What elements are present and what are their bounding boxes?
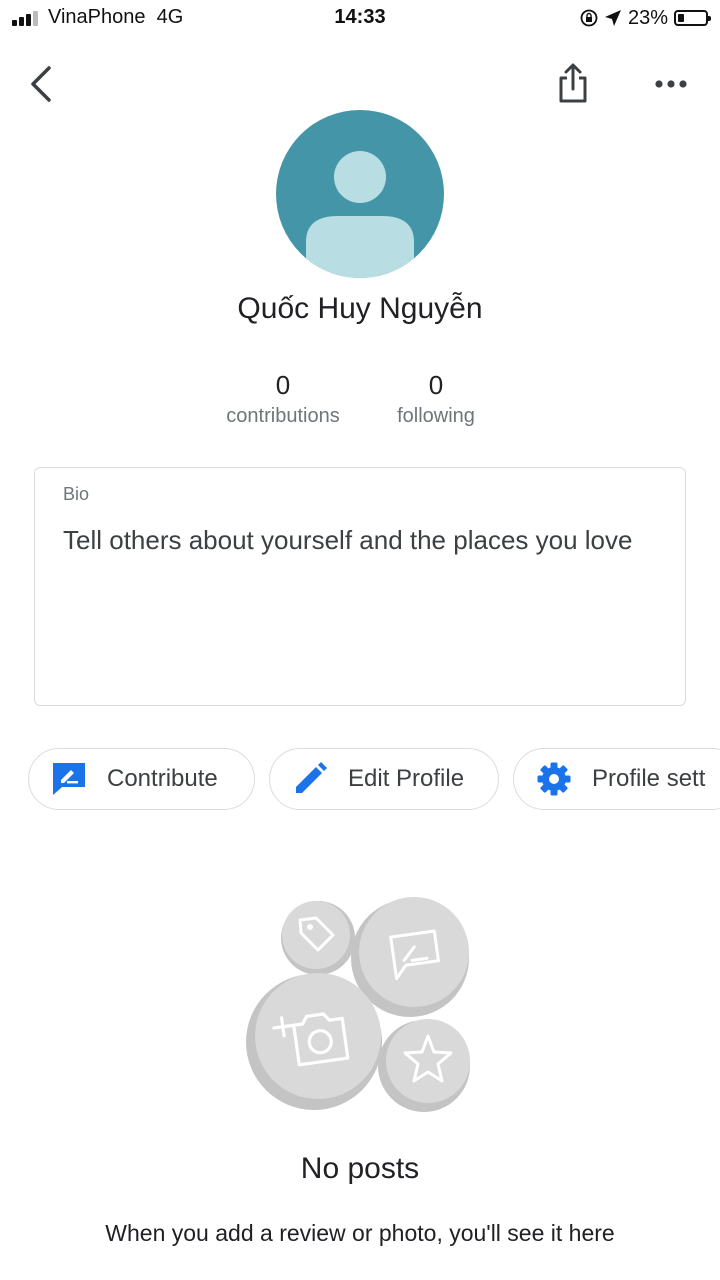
gear-icon [537, 762, 571, 796]
following-label: following [397, 405, 475, 427]
edit-profile-button[interactable]: Edit Profile [269, 748, 499, 810]
share-icon [559, 63, 587, 103]
empty-state-title: No posts [300, 1152, 420, 1185]
bio-placeholder: Tell others about yourself and the place… [63, 525, 633, 555]
status-right: 23% [580, 6, 711, 30]
contributions-count: 0 [275, 370, 291, 400]
bio-label: Bio [63, 484, 90, 504]
tag-icon [281, 901, 355, 975]
battery-icon [674, 10, 711, 26]
share-button[interactable] [550, 58, 596, 108]
avatar[interactable] [276, 110, 444, 278]
contributions-stat[interactable]: 0 contributions [198, 370, 368, 428]
profile-name: Quốc Huy Nguyễn [237, 292, 483, 325]
person-silhouette-icon [306, 151, 414, 278]
following-count: 0 [428, 370, 444, 400]
back-button[interactable] [20, 62, 60, 106]
status-bar: VinaPhone 4G 14:33 23% [0, 0, 720, 36]
star-icon [378, 1019, 470, 1112]
rotation-lock-icon [580, 9, 598, 27]
location-arrow-icon [604, 10, 621, 26]
contribute-icon [53, 763, 85, 795]
add-photo-icon [246, 973, 382, 1110]
profile-settings-button[interactable]: Profile sett [513, 748, 720, 810]
profile-settings-label: Profile sett [592, 765, 706, 792]
battery-percent: 23% [627, 6, 668, 29]
empty-state-subtitle: When you add a review or photo, you'll s… [105, 1220, 615, 1246]
bio-field[interactable]: Bio Tell others about yourself and the p… [34, 467, 686, 706]
pencil-icon [296, 762, 327, 793]
contributions-label: contributions [226, 405, 340, 427]
back-chevron-icon [31, 66, 51, 102]
contribute-label: Contribute [107, 765, 218, 792]
contribute-button[interactable]: Contribute [28, 748, 255, 810]
more-options-button[interactable] [648, 64, 694, 104]
no-posts-illustration [246, 897, 470, 1112]
more-horizontal-icon [655, 80, 687, 88]
edit-profile-label: Edit Profile [348, 765, 465, 792]
following-stat[interactable]: 0 following [351, 370, 521, 428]
